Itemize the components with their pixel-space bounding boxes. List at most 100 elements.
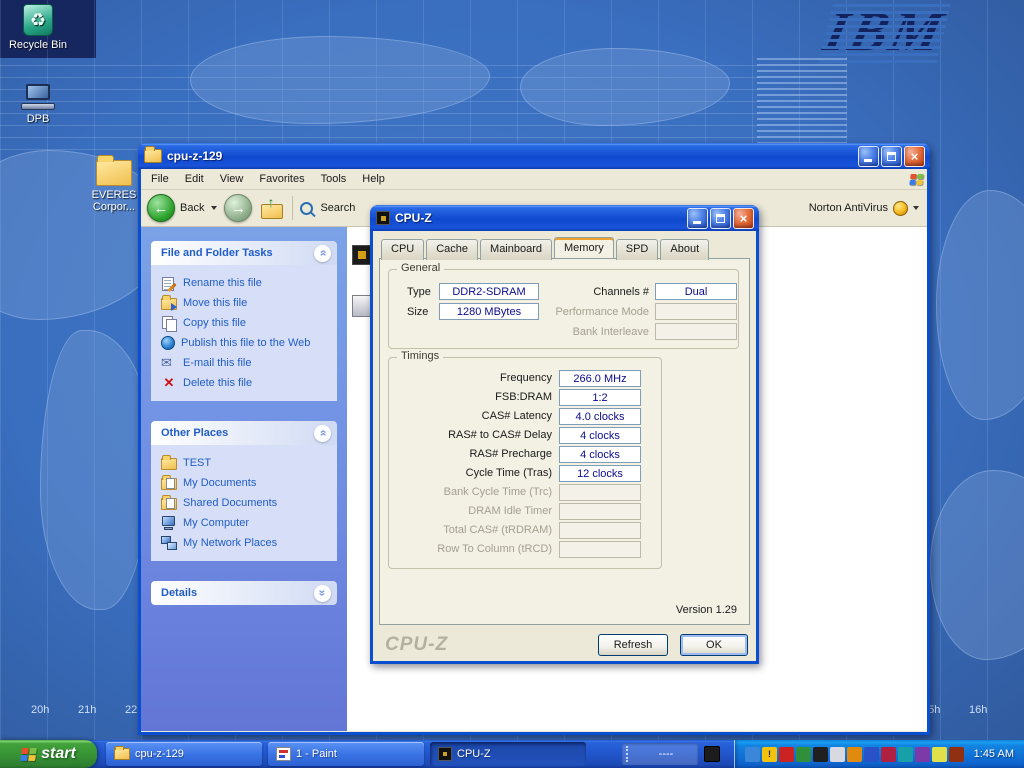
forward-button[interactable]: → [224, 194, 252, 222]
task-delete-file[interactable]: ✕ Delete this file [159, 373, 333, 393]
task-rename-file[interactable]: Rename this file [159, 273, 333, 293]
task-publish-file[interactable]: Publish this file to the Web [159, 333, 333, 353]
tab-about[interactable]: About [660, 239, 709, 260]
cpuz-titlebar[interactable]: CPU-Z × [370, 205, 759, 231]
place-my-computer[interactable]: My Computer [159, 513, 333, 533]
ok-button[interactable]: OK [680, 634, 748, 656]
place-test[interactable]: TEST [159, 453, 333, 473]
menu-tools[interactable]: Tools [313, 170, 355, 188]
chevron-up-icon[interactable]: » [314, 425, 331, 442]
ibm-logo-stripes [818, 0, 952, 64]
taskbar-toolbar[interactable]: ---- [622, 743, 698, 765]
search-icon[interactable] [300, 202, 313, 215]
start-button[interactable]: start [0, 740, 97, 768]
folder-icon [96, 160, 132, 186]
other-places-body: TEST My Documents Shared Documents [151, 445, 337, 561]
minimize-button[interactable] [858, 146, 879, 167]
email-icon: ✉ [161, 356, 177, 370]
taskbar-dark-icon[interactable] [704, 746, 720, 762]
desktop-icon-dpb[interactable]: DPB [2, 84, 74, 125]
file-tasks-title: File and Folder Tasks [161, 247, 314, 259]
menu-edit[interactable]: Edit [177, 170, 212, 188]
folder-icon [114, 748, 130, 760]
toolbar-grip[interactable] [626, 746, 630, 762]
place-my-network[interactable]: My Network Places [159, 533, 333, 553]
cpuz-bottom-bar: CPU-Z Refresh OK [379, 631, 750, 659]
tray-icon-2[interactable]: ! [762, 747, 777, 762]
norton-dropdown-icon[interactable] [913, 206, 919, 210]
folder-icon [161, 458, 177, 470]
tab-mainboard[interactable]: Mainboard [480, 239, 552, 260]
timing-row-fsb-dram: FSB:DRAM 1:2 [389, 389, 661, 406]
taskbar-task-cpuz[interactable]: CPU-Z [430, 742, 586, 766]
forward-arrow-icon: → [231, 200, 246, 217]
tab-cpu[interactable]: CPU [381, 239, 424, 260]
back-button[interactable]: ← [147, 194, 175, 222]
chevron-up-icon[interactable]: » [314, 245, 331, 262]
details-header[interactable]: Details » [151, 581, 337, 605]
task-email-file[interactable]: ✉ E-mail this file [159, 353, 333, 373]
explorer-titlebar[interactable]: cpu-z-129 × [138, 143, 930, 169]
file-tasks-header[interactable]: File and Folder Tasks » [151, 241, 337, 265]
back-button-label[interactable]: Back [180, 202, 204, 214]
file-tasks-panel: File and Folder Tasks » Rename this file… [151, 241, 337, 401]
taskbar-clock[interactable]: 1:45 AM [974, 748, 1014, 760]
tray-icon-1[interactable] [745, 747, 760, 762]
minimize-button[interactable] [687, 208, 708, 229]
taskbar-task-paint[interactable]: 1 - Paint [268, 742, 424, 766]
tray-icon-13[interactable] [949, 747, 964, 762]
copy-icon [161, 316, 177, 330]
maximize-button[interactable] [881, 146, 902, 167]
tray-icon-12[interactable] [932, 747, 947, 762]
timings-groupbox-label: Timings [397, 350, 443, 362]
menu-file[interactable]: File [143, 170, 177, 188]
close-button[interactable]: × [733, 208, 754, 229]
search-button-label[interactable]: Search [320, 202, 355, 214]
tray-icon-7[interactable] [847, 747, 862, 762]
explorer-menubar: File Edit View Favorites Tools Help [141, 169, 927, 190]
package-file-icon[interactable] [352, 295, 371, 317]
cpuz-file-icon[interactable] [352, 245, 372, 265]
back-dropdown-icon[interactable] [211, 206, 217, 210]
task-label: Publish this file to the Web [181, 337, 310, 349]
recycle-bin-icon: ♻ [23, 4, 53, 36]
taskbar: start cpu-z-129 1 - Paint CPU-Z ---- ! 1… [0, 740, 1024, 768]
other-places-header[interactable]: Other Places » [151, 421, 337, 445]
up-button[interactable]: ↑ [259, 197, 285, 219]
tab-cache[interactable]: Cache [426, 239, 478, 260]
taskbar-task-cpuz-folder[interactable]: cpu-z-129 [106, 742, 262, 766]
place-label: My Network Places [183, 537, 277, 549]
maximize-button[interactable] [710, 208, 731, 229]
place-my-documents[interactable]: My Documents [159, 473, 333, 493]
tray-icon-3[interactable] [779, 747, 794, 762]
tray-icon-5[interactable] [813, 747, 828, 762]
performance-mode-label: Performance Mode [555, 306, 649, 318]
desktop-icon-recycle-bin[interactable]: ♻ Recycle Bin [2, 4, 74, 51]
tab-spd[interactable]: SPD [616, 239, 659, 260]
task-move-file[interactable]: Move this file [159, 293, 333, 313]
menu-view[interactable]: View [212, 170, 252, 188]
place-shared-documents[interactable]: Shared Documents [159, 493, 333, 513]
windows-logo-icon [910, 174, 923, 185]
tray-icon-8[interactable] [864, 747, 879, 762]
timezone-label: 16h [969, 704, 987, 716]
place-label: My Documents [183, 477, 256, 489]
menu-favorites[interactable]: Favorites [251, 170, 312, 188]
task-label: 1 - Paint [296, 748, 337, 760]
refresh-button[interactable]: Refresh [598, 634, 668, 656]
tray-icon-6[interactable] [830, 747, 845, 762]
tray-icon-9[interactable] [881, 747, 896, 762]
task-copy-file[interactable]: Copy this file [159, 313, 333, 333]
tab-memory[interactable]: Memory [554, 237, 614, 258]
details-title: Details [161, 587, 314, 599]
chevron-down-icon[interactable]: » [314, 585, 331, 602]
timing-label: RAS# to CAS# Delay [389, 429, 552, 441]
tray-icon-10[interactable] [898, 747, 913, 762]
norton-antivirus-control[interactable]: Norton AntiVirus [809, 190, 919, 226]
close-button[interactable]: × [904, 146, 925, 167]
timing-row-row-to-column: Row To Column (tRCD) [389, 541, 661, 558]
tray-icon-11[interactable] [915, 747, 930, 762]
tray-icon-4[interactable] [796, 747, 811, 762]
menu-help[interactable]: Help [354, 170, 393, 188]
timing-row-cycle-time: Cycle Time (Tras) 12 clocks [389, 465, 661, 482]
